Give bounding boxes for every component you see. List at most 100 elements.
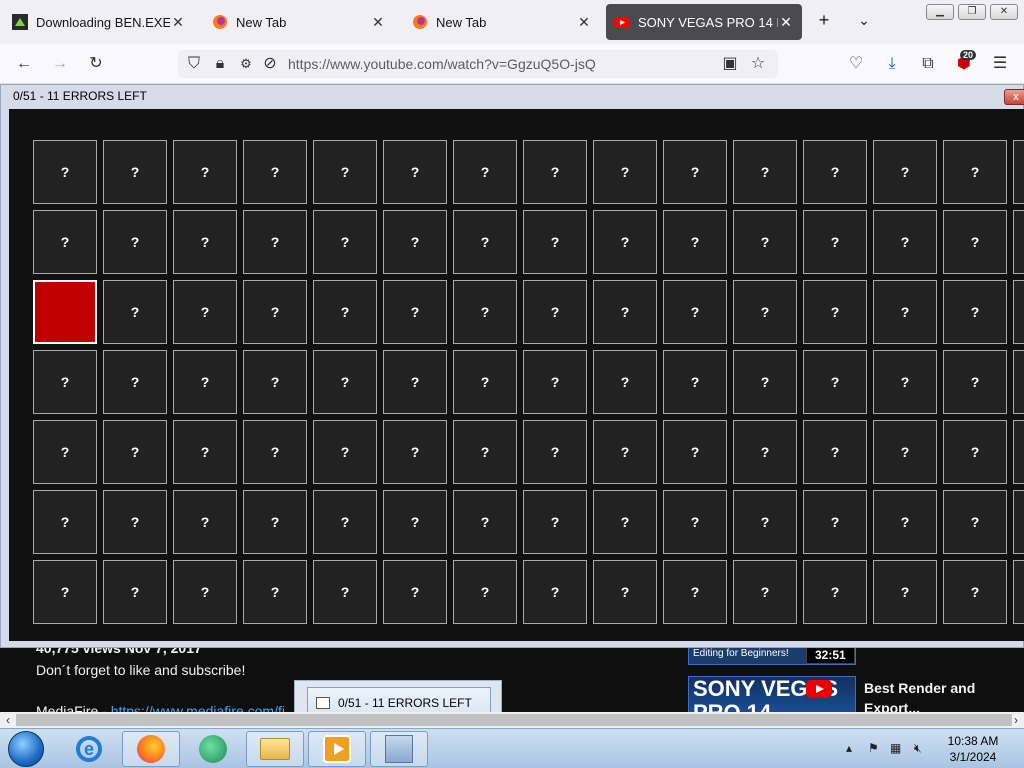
grid-cell[interactable]: ?: [383, 350, 447, 414]
taskbar-app-green[interactable]: [184, 731, 242, 767]
grid-cell[interactable]: ?: [663, 560, 727, 624]
back-arrow-icon[interactable]: ←: [14, 54, 34, 74]
grid-cell[interactable]: ?: [523, 490, 587, 554]
grid-cell[interactable]: ?: [663, 490, 727, 554]
grid-cell[interactable]: ?: [1013, 560, 1024, 624]
grid-cell[interactable]: ?: [453, 210, 517, 274]
menu-hamburger-icon[interactable]: ☰: [990, 54, 1010, 74]
permissions-icon[interactable]: ⚙︎: [236, 54, 256, 74]
grid-cell[interactable]: ?: [593, 490, 657, 554]
scroll-left-arrow-icon[interactable]: ‹: [0, 712, 16, 728]
grid-cell[interactable]: ?: [103, 140, 167, 204]
tab-close-icon[interactable]: ✕: [370, 14, 386, 31]
grid-cell[interactable]: ?: [383, 490, 447, 554]
tab-close-icon[interactable]: ✕: [778, 14, 794, 31]
horizontal-scrollbar[interactable]: ‹ ›: [0, 712, 1024, 728]
grid-cell[interactable]: ?: [1013, 280, 1024, 344]
grid-cell[interactable]: ?: [943, 140, 1007, 204]
grid-cell[interactable]: ?: [103, 350, 167, 414]
grid-cell[interactable]: ?: [803, 280, 867, 344]
grid-cell[interactable]: ?: [733, 560, 797, 624]
grid-cell[interactable]: ?: [313, 280, 377, 344]
grid-cell[interactable]: ?: [243, 560, 307, 624]
grid-cell[interactable]: ?: [733, 140, 797, 204]
tab-downloading[interactable]: Downloading BEN.EXE : RE ✕: [4, 4, 194, 40]
tab-close-icon[interactable]: ✕: [170, 14, 186, 31]
grid-cell[interactable]: ?: [383, 560, 447, 624]
grid-cell[interactable]: ?: [803, 560, 867, 624]
restore-icon[interactable]: ❐: [958, 4, 986, 20]
grid-cell[interactable]: ?: [243, 420, 307, 484]
grid-cell[interactable]: ?: [1013, 140, 1024, 204]
scrollbar-thumb[interactable]: [16, 714, 1012, 726]
tracking-off-icon[interactable]: ⊘: [260, 54, 280, 74]
grid-cell[interactable]: ?: [803, 420, 867, 484]
action-center-flag-icon[interactable]: ⚑: [868, 741, 879, 755]
scroll-right-arrow-icon[interactable]: ›: [1008, 712, 1024, 728]
grid-cell-revealed[interactable]: [33, 280, 97, 344]
grid-cell[interactable]: ?: [733, 490, 797, 554]
grid-cell[interactable]: ?: [873, 560, 937, 624]
grid-cell[interactable]: ?: [943, 420, 1007, 484]
grid-cell[interactable]: ?: [453, 420, 517, 484]
grid-cell[interactable]: ?: [593, 420, 657, 484]
grid-cell[interactable]: ?: [313, 490, 377, 554]
window-close-icon[interactable]: ✕: [990, 4, 1018, 20]
pocket-icon[interactable]: ♡: [846, 54, 866, 74]
grid-cell[interactable]: ?: [873, 420, 937, 484]
grid-cell[interactable]: ?: [243, 350, 307, 414]
grid-cell[interactable]: ?: [173, 210, 237, 274]
grid-cell[interactable]: ?: [663, 350, 727, 414]
taskbar-media-player[interactable]: [308, 731, 366, 767]
grid-cell[interactable]: ?: [1013, 210, 1024, 274]
grid-cell[interactable]: ?: [243, 210, 307, 274]
minimize-icon[interactable]: ▁: [926, 4, 954, 20]
tab-new-1[interactable]: New Tab ✕: [204, 4, 394, 40]
grid-cell[interactable]: ?: [1013, 420, 1024, 484]
grid-cell[interactable]: ?: [243, 280, 307, 344]
grid-cell[interactable]: ?: [733, 280, 797, 344]
grid-cell[interactable]: ?: [173, 350, 237, 414]
tab-youtube[interactable]: SONY VEGAS PRO 14 FREE | ✕: [606, 4, 802, 40]
volume-muted-icon[interactable]: 🔇︎: [914, 741, 922, 756]
grid-cell[interactable]: ?: [873, 490, 937, 554]
grid-cell[interactable]: ?: [453, 280, 517, 344]
grid-cell[interactable]: ?: [383, 210, 447, 274]
grid-cell[interactable]: ?: [383, 420, 447, 484]
grid-cell[interactable]: ?: [103, 560, 167, 624]
grid-cell[interactable]: ?: [453, 140, 517, 204]
grid-cell[interactable]: ?: [33, 210, 97, 274]
grid-cell[interactable]: ?: [523, 420, 587, 484]
reload-icon[interactable]: ↻: [86, 54, 106, 74]
grid-cell[interactable]: ?: [803, 210, 867, 274]
grid-cell[interactable]: ?: [173, 490, 237, 554]
start-button[interactable]: [8, 731, 44, 767]
grid-cell[interactable]: ?: [173, 420, 237, 484]
grid-cell[interactable]: ?: [33, 350, 97, 414]
grid-cell[interactable]: ?: [523, 280, 587, 344]
taskbar-explorer[interactable]: [246, 731, 304, 767]
tab-list-chevron-down-icon[interactable]: ⌄: [852, 12, 876, 29]
grid-cell[interactable]: ?: [1013, 490, 1024, 554]
tab-close-icon[interactable]: ✕: [576, 14, 592, 31]
grid-cell[interactable]: ?: [313, 560, 377, 624]
grid-cell[interactable]: ?: [453, 350, 517, 414]
grid-cell[interactable]: ?: [103, 490, 167, 554]
grid-cell[interactable]: ?: [873, 210, 937, 274]
grid-cell[interactable]: ?: [943, 280, 1007, 344]
grid-cell[interactable]: ?: [453, 560, 517, 624]
grid-cell[interactable]: ?: [593, 280, 657, 344]
grid-cell[interactable]: ?: [523, 350, 587, 414]
grid-cell[interactable]: ?: [1013, 350, 1024, 414]
grid-cell[interactable]: ?: [593, 350, 657, 414]
grid-cell[interactable]: ?: [943, 350, 1007, 414]
grid-cell[interactable]: ?: [663, 210, 727, 274]
grid-cell[interactable]: ?: [103, 280, 167, 344]
shield-icon[interactable]: ⛉: [184, 54, 204, 74]
grid-cell[interactable]: ?: [523, 210, 587, 274]
grid-cell[interactable]: ?: [243, 140, 307, 204]
taskbar-firefox[interactable]: [122, 731, 180, 767]
url-bar[interactable]: ⛉ 🔒︎ ⚙︎ ⊘ https://www.youtube.com/watch?…: [178, 50, 778, 78]
grid-cell[interactable]: ?: [313, 350, 377, 414]
grid-cell[interactable]: ?: [243, 490, 307, 554]
